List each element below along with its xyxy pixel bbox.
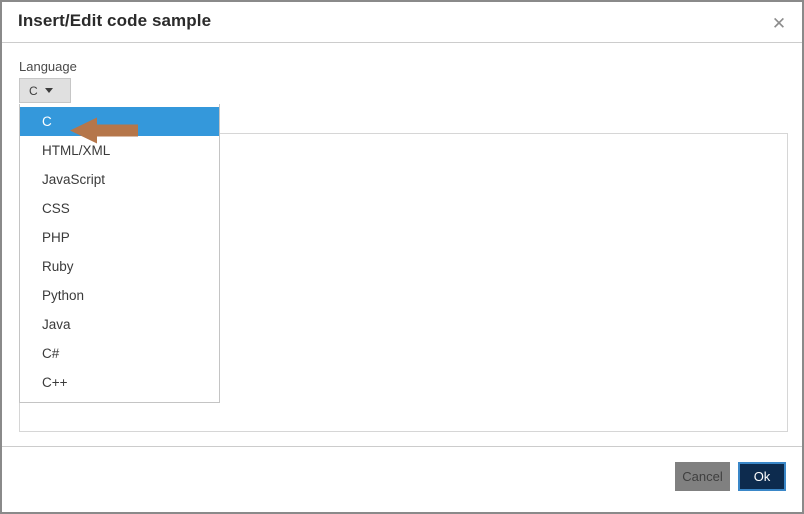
ok-button[interactable]: Ok — [738, 462, 786, 491]
dropdown-option[interactable]: CSS — [20, 194, 219, 223]
language-select-button[interactable]: C — [19, 78, 71, 103]
dialog-title: Insert/Edit code sample — [18, 11, 212, 30]
dialog-body: Language C C HTML/XML JavaScript CSS PHP Ruby… — [2, 43, 802, 446]
dropdown-option[interactable]: C — [20, 107, 219, 136]
cancel-button[interactable]: Cancel — [675, 462, 730, 491]
close-icon[interactable]: ✕ — [764, 10, 794, 36]
dropdown-option[interactable]: C++ — [20, 368, 219, 397]
dropdown-option[interactable]: Ruby — [20, 252, 219, 281]
dialog-titlebar: Insert/Edit code sample ✕ — [2, 2, 802, 43]
dialog-footer: Cancel Ok — [2, 446, 802, 512]
language-dropdown-list[interactable]: C HTML/XML JavaScript CSS PHP Ruby Python Java C… — [19, 104, 220, 403]
dropdown-option[interactable]: Python — [20, 281, 219, 310]
dropdown-option[interactable]: C# — [20, 339, 219, 368]
chevron-down-icon — [44, 88, 53, 93]
dropdown-option[interactable]: PHP — [20, 223, 219, 252]
dropdown-option[interactable]: JavaScript — [20, 165, 219, 194]
language-label: Language — [19, 59, 77, 74]
dropdown-option[interactable]: Java — [20, 310, 219, 339]
dropdown-option[interactable]: HTML/XML — [20, 136, 219, 165]
language-select-value: C — [29, 83, 38, 98]
dialog-window: Insert/Edit code sample ✕ Language C C HT… — [0, 0, 804, 514]
